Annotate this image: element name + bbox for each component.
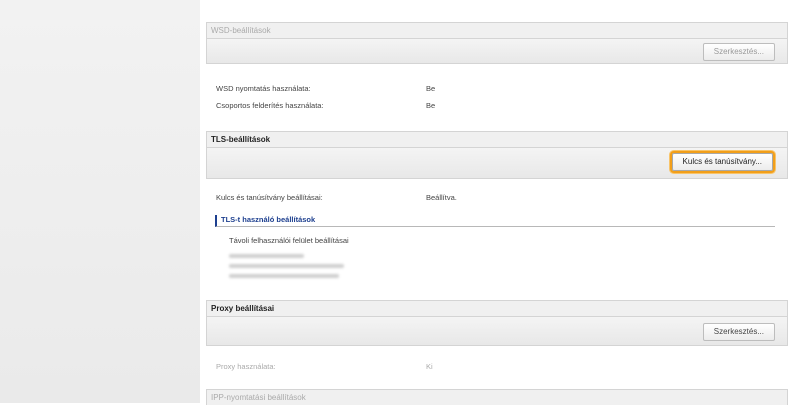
- proxy-use-value: Ki: [426, 362, 433, 371]
- settings-panel: WSD-beállítások Szerkesztés... WSD nyomt…: [200, 0, 795, 405]
- tls-section-header: TLS-beállítások: [206, 131, 788, 147]
- tls-toolbar: Kulcs és tanúsítvány...: [206, 147, 788, 179]
- blurred-setting-line-1: [229, 254, 304, 258]
- proxy-toolbar: Szerkesztés...: [206, 316, 788, 346]
- tls-subheader: TLS-t használó beállítások: [215, 215, 775, 227]
- wsd-edit-button[interactable]: Szerkesztés...: [702, 43, 775, 61]
- key-certificate-button[interactable]: Kulcs és tanúsítvány...: [671, 153, 773, 171]
- wsd-section-header: WSD-beállítások: [206, 22, 788, 38]
- tls-remote-ui-label: Távoli felhasználói felület beállításai: [229, 236, 349, 245]
- proxy-use-label: Proxy használata:: [216, 362, 276, 371]
- tls-key-label: Kulcs és tanúsítvány beállításai:: [216, 193, 323, 202]
- left-sidebar: [0, 0, 200, 403]
- tls-key-value: Beállítva.: [426, 193, 457, 202]
- wsd-print-value: Be: [426, 84, 436, 93]
- wsd-print-label: WSD nyomtatás használata:: [216, 84, 311, 93]
- wsd-discovery-label: Csoportos felderítés használata:: [216, 101, 324, 110]
- proxy-edit-button[interactable]: Szerkesztés...: [702, 323, 775, 341]
- blurred-setting-line-3: [229, 274, 339, 278]
- blurred-setting-line-2: [229, 264, 344, 268]
- wsd-toolbar: Szerkesztés...: [206, 38, 788, 64]
- proxy-section-header: Proxy beállításai: [206, 300, 788, 316]
- wsd-discovery-value: Be: [426, 101, 436, 110]
